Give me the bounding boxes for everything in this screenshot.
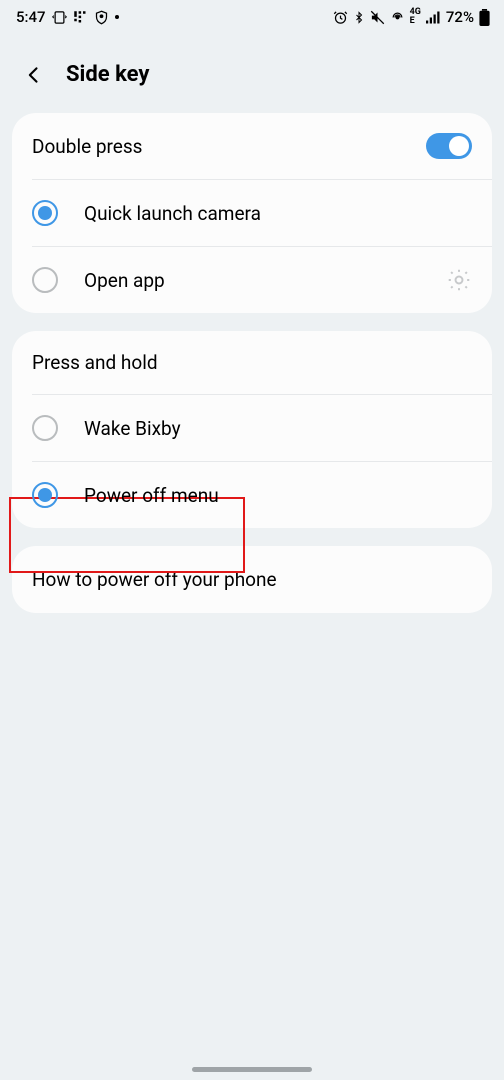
page-header: Side key [0,34,504,113]
status-time: 5:47 [16,8,46,26]
how-to-power-off-link[interactable]: How to power off your phone [12,546,492,613]
status-bar: 5:47 4GE 72% [0,0,504,34]
mute-icon [370,10,385,25]
page-title: Side key [66,62,149,87]
radio-icon [32,482,58,508]
link-label: How to power off your phone [32,568,277,591]
section-double-press: Double press Quick launch camera Open ap… [12,113,492,313]
network-type-icon: 4GE [410,8,421,26]
shield-icon [94,10,109,25]
option-wake-bixby[interactable]: Wake Bixby [32,394,492,461]
bluetooth-icon [353,10,365,25]
back-icon[interactable] [24,65,44,85]
hotspot-icon [390,10,405,25]
option-label: Quick launch camera [84,202,472,225]
battery-percentage: 72% [446,8,474,26]
option-power-off-menu[interactable]: Power off menu [32,461,492,528]
option-quick-launch-camera[interactable]: Quick launch camera [32,179,492,246]
section-press-and-hold: Press and hold Wake Bixby Power off menu [12,331,492,528]
notification-dot [115,15,119,19]
option-open-app[interactable]: Open app [32,246,492,313]
option-label: Wake Bixby [84,417,472,440]
option-label: Open app [84,269,420,292]
app-icon [73,10,88,25]
alarm-icon [333,10,348,25]
double-press-label: Double press [32,135,142,158]
battery-icon [479,9,490,26]
gear-icon[interactable] [446,267,472,293]
option-label: Power off menu [84,484,472,507]
radio-icon [32,415,58,441]
radio-icon [32,267,58,293]
signal-icon [426,11,441,24]
radio-icon [32,200,58,226]
home-indicator[interactable] [192,1067,312,1072]
press-hold-label: Press and hold [32,351,158,374]
double-press-toggle[interactable] [426,133,472,159]
rotation-lock-icon [52,10,67,25]
